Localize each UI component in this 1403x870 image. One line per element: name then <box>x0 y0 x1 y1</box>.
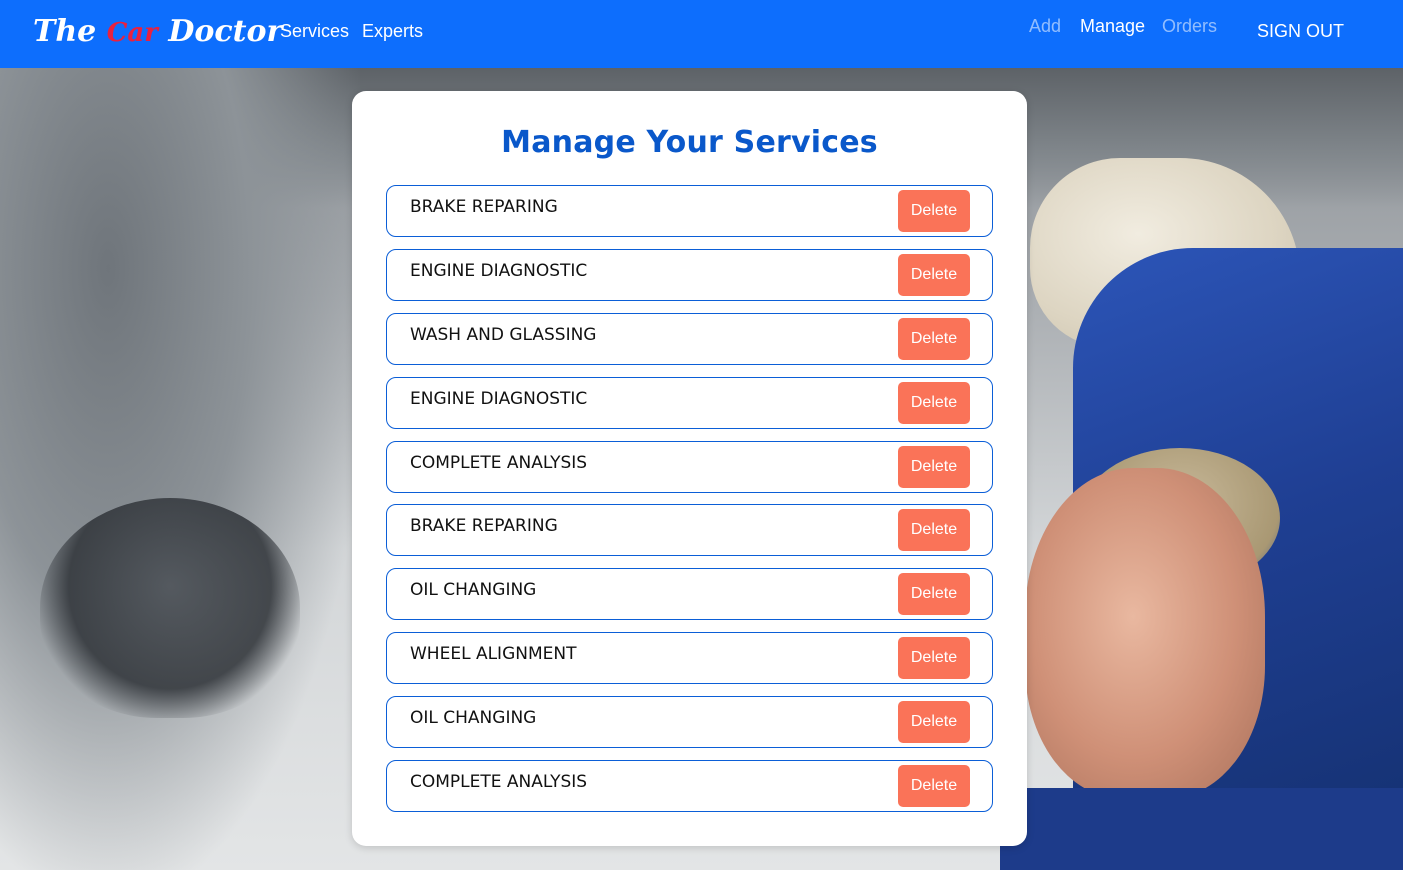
brand-word-doctor: Doctor <box>168 14 283 49</box>
service-row: WASH AND GLASSING Delete <box>386 312 993 365</box>
service-row: BRAKE REPARING Delete <box>386 504 993 557</box>
brand-word-the: The <box>33 14 97 49</box>
nav-link-experts[interactable]: Experts <box>362 21 423 42</box>
brand-word-car: Car <box>106 18 158 48</box>
delete-button[interactable]: Delete <box>898 253 970 296</box>
delete-button[interactable]: Delete <box>898 701 970 744</box>
service-row: OIL CHANGING Delete <box>386 568 993 621</box>
service-row: WHEEL ALIGNMENT Delete <box>386 632 993 685</box>
car-tire <box>40 498 300 718</box>
delete-button[interactable]: Delete <box>898 445 970 488</box>
page-title: Manage Your Services <box>501 125 878 160</box>
background-shade <box>0 68 360 870</box>
service-name: WASH AND GLASSING <box>410 324 597 345</box>
nav-link-manage[interactable]: Manage <box>1080 16 1145 37</box>
service-name: OIL CHANGING <box>410 580 537 601</box>
service-row: COMPLETE ANALYSIS Delete <box>386 440 993 493</box>
delete-button[interactable]: Delete <box>898 381 970 424</box>
sign-out-button[interactable]: SIGN OUT <box>1257 21 1344 42</box>
navbar: The Car Doctor Services Experts Add Mana… <box>0 0 1403 68</box>
service-name: ENGINE DIAGNOSTIC <box>410 388 588 409</box>
service-name: ENGINE DIAGNOSTIC <box>410 260 588 281</box>
nav-link-orders[interactable]: Orders <box>1162 16 1217 37</box>
service-name: OIL CHANGING <box>410 708 537 729</box>
manage-services-card: Manage Your Services BRAKE REPARING Delet… <box>352 91 1027 846</box>
delete-button[interactable]: Delete <box>898 509 970 552</box>
brand-logo[interactable]: The Car Doctor <box>33 10 282 54</box>
delete-button[interactable]: Delete <box>898 317 970 360</box>
mechanic-uniform <box>1000 788 1403 870</box>
delete-button[interactable]: Delete <box>898 573 970 616</box>
nav-link-add[interactable]: Add <box>1029 16 1061 37</box>
delete-button[interactable]: Delete <box>898 190 970 232</box>
service-row: ENGINE DIAGNOSTIC Delete <box>386 376 993 429</box>
service-row: ENGINE DIAGNOSTIC Delete <box>386 248 993 301</box>
service-row: BRAKE REPARING Delete <box>386 185 993 237</box>
service-name: BRAKE REPARING <box>410 197 558 217</box>
service-name: WHEEL ALIGNMENT <box>410 644 577 665</box>
nav-link-services[interactable]: Services <box>280 21 349 42</box>
service-name: COMPLETE ANALYSIS <box>410 452 588 473</box>
delete-button[interactable]: Delete <box>898 765 970 808</box>
delete-button[interactable]: Delete <box>898 637 970 680</box>
service-row: OIL CHANGING Delete <box>386 696 993 749</box>
service-name: BRAKE REPARING <box>410 516 558 537</box>
service-list: BRAKE REPARING Delete ENGINE DIAGNOSTIC Del… <box>386 185 993 824</box>
mechanic-face <box>1025 468 1265 798</box>
service-row: COMPLETE ANALYSIS Delete <box>386 760 993 813</box>
service-name: COMPLETE ANALYSIS <box>410 772 588 793</box>
